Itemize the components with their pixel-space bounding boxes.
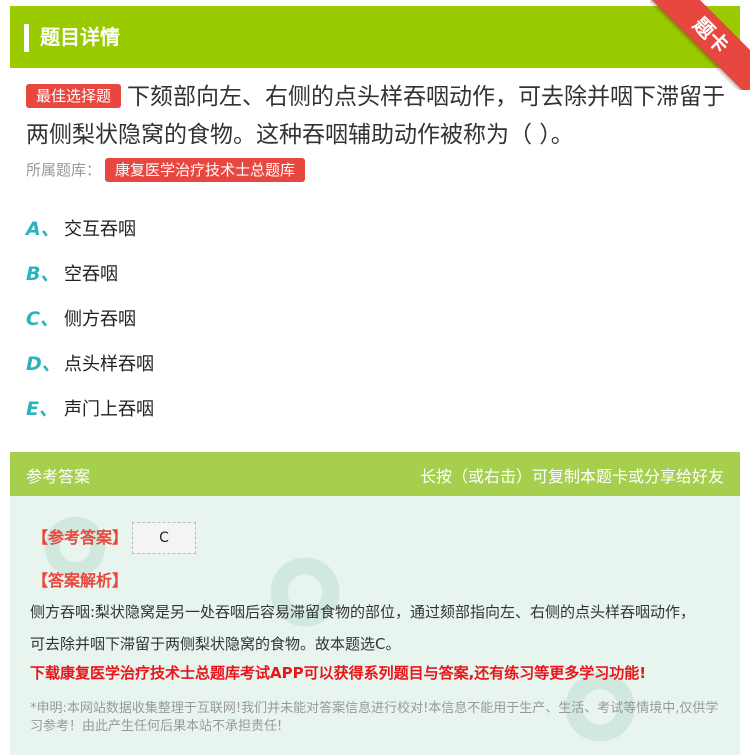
question-block: 最佳选择题 下颏部向左、右侧的点头样吞咽动作，可去除并咽下滞留于两侧梨状隐窝的食物… [26,78,726,154]
option-text: 侧方吞咽 [64,308,136,330]
option-text: 交互吞咽 [64,218,136,240]
option-b[interactable]: B、 空吞咽 [26,250,154,295]
explanation-label: 【答案解析】 [32,571,129,590]
option-a[interactable]: A、 交互吞咽 [26,205,154,250]
question-type-badge: 最佳选择题 [26,84,122,108]
answer-panel: 参考答案 长按（或右击）可复制本题卡或分享给好友 【参考答案】 C 【答案解析】… [10,452,740,755]
option-text: 点头样吞咽 [64,353,154,375]
option-letter: A、 [26,218,60,240]
disclaimer-text: *申明:本网站数据收集整理于互联网!我们并未能对答案信息进行校对!本信息不能用于… [30,701,719,734]
option-e[interactable]: E、 声门上吞咽 [26,385,154,430]
option-letter: D、 [26,353,61,375]
bank-prefix: 所属题库： [26,161,102,179]
answer-header: 参考答案 长按（或右击）可复制本题卡或分享给好友 [10,452,740,496]
title-accent [24,24,29,52]
option-text: 空吞咽 [64,263,118,285]
option-letter: E、 [26,398,58,420]
header-bar: 题目详情 [10,6,740,68]
option-letter: C、 [26,308,59,330]
answer-header-title: 参考答案 [26,467,91,486]
explanation-text: 侧方吞咽:梨状隐窝是另一处吞咽后容易滞留食物的部位，通过颏部指向左、右侧的点头样… [30,603,696,653]
question-bank-row: 所属题库： 康复医学治疗技术士总题库 [26,158,306,182]
option-text: 声门上吞咽 [64,398,154,420]
option-d[interactable]: D、 点头样吞咽 [26,340,154,385]
ribbon-label: 题卡 [650,0,750,90]
option-c[interactable]: C、 侧方吞咽 [26,295,154,340]
options-list: A、 交互吞咽 B、 空吞咽 C、 侧方吞咽 D、 点头样吞咽 E、 声门上吞咽 [26,205,154,430]
corner-ribbon: 题卡 [650,0,750,90]
share-hint: 长按（或右击）可复制本题卡或分享给好友 [419,467,724,486]
answer-value-image: C [132,522,196,554]
app-promo-link[interactable]: 下载康复医学治疗技术士总题库考试APP可以获得系列题目与答案,还有练习等更多学习… [30,662,730,684]
bank-badge[interactable]: 康复医学治疗技术士总题库 [105,158,306,182]
page-title: 题目详情 [40,25,120,49]
question-text: 下颏部向左、右侧的点头样吞咽动作，可去除并咽下滞留于两侧梨状隐窝的食物。这种吞咽… [26,84,726,148]
answer-label: 【参考答案】 [32,528,129,547]
option-letter: B、 [26,263,60,285]
